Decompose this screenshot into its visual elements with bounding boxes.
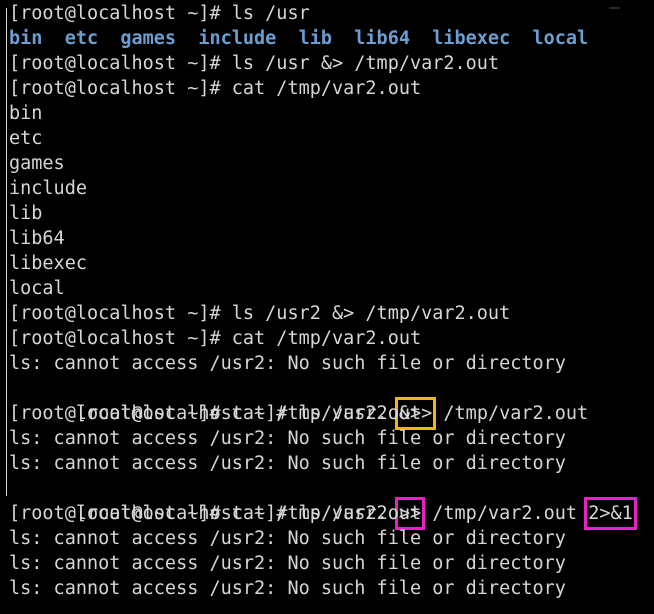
- terminal-line: libexec: [9, 253, 87, 274]
- terminal-window[interactable]: [root@localhost ~]# ls /usr bin etc game…: [0, 0, 654, 614]
- terminal-screen[interactable]: [root@localhost ~]# ls /usr bin etc game…: [9, 1, 654, 601]
- terminal-line: [root@localhost ~]# cat /tmp/var2.out: [9, 78, 422, 99]
- terminal-line: ls: cannot access /usr2: No such file or…: [9, 528, 566, 549]
- terminal-line: [root@localhost ~]# ls /usr &> /tmp/var2…: [9, 53, 500, 74]
- terminal-left-border: [6, 8, 7, 496]
- terminal-line: lib64: [9, 228, 65, 249]
- terminal-line: [root@localhost ~]# cat /tmp/var2.out: [9, 328, 422, 349]
- terminal-line: local: [9, 278, 65, 299]
- terminal-line: ls: cannot access /usr2: No such file or…: [9, 578, 566, 599]
- terminal-line-append-both-command: [root@localhost ~]# ls /usr2 &>> /tmp/va…: [9, 376, 654, 430]
- terminal-line: games: [9, 153, 65, 174]
- terminal-line: ls: cannot access /usr2: No such file or…: [9, 553, 566, 574]
- terminal-line-append-redirect-command: [root@localhost ~]# ls /usr2 >> /tmp/var…: [9, 476, 654, 530]
- terminal-line: ls: cannot access /usr2: No such file or…: [9, 428, 566, 449]
- terminal-line: [root@localhost ~]# cat /tmp/var2.out: [9, 503, 422, 524]
- terminal-line: ls: cannot access /usr2: No such file or…: [9, 453, 566, 474]
- terminal-line: ls: cannot access /usr2: No such file or…: [9, 353, 566, 374]
- terminal-line: [root@localhost ~]# ls /usr: [9, 3, 310, 24]
- terminal-line: bin: [9, 103, 43, 124]
- terminal-line: [root@localhost ~]# cat /tmp/var2.out: [9, 403, 422, 424]
- terminal-line: include: [9, 178, 87, 199]
- terminal-line: [root@localhost ~]# ls /usr2 &> /tmp/var…: [9, 303, 511, 324]
- terminal-line: lib: [9, 203, 43, 224]
- terminal-line: etc: [9, 128, 43, 149]
- terminal-line-directory-listing: bin etc games include lib lib64 libexec …: [9, 28, 589, 49]
